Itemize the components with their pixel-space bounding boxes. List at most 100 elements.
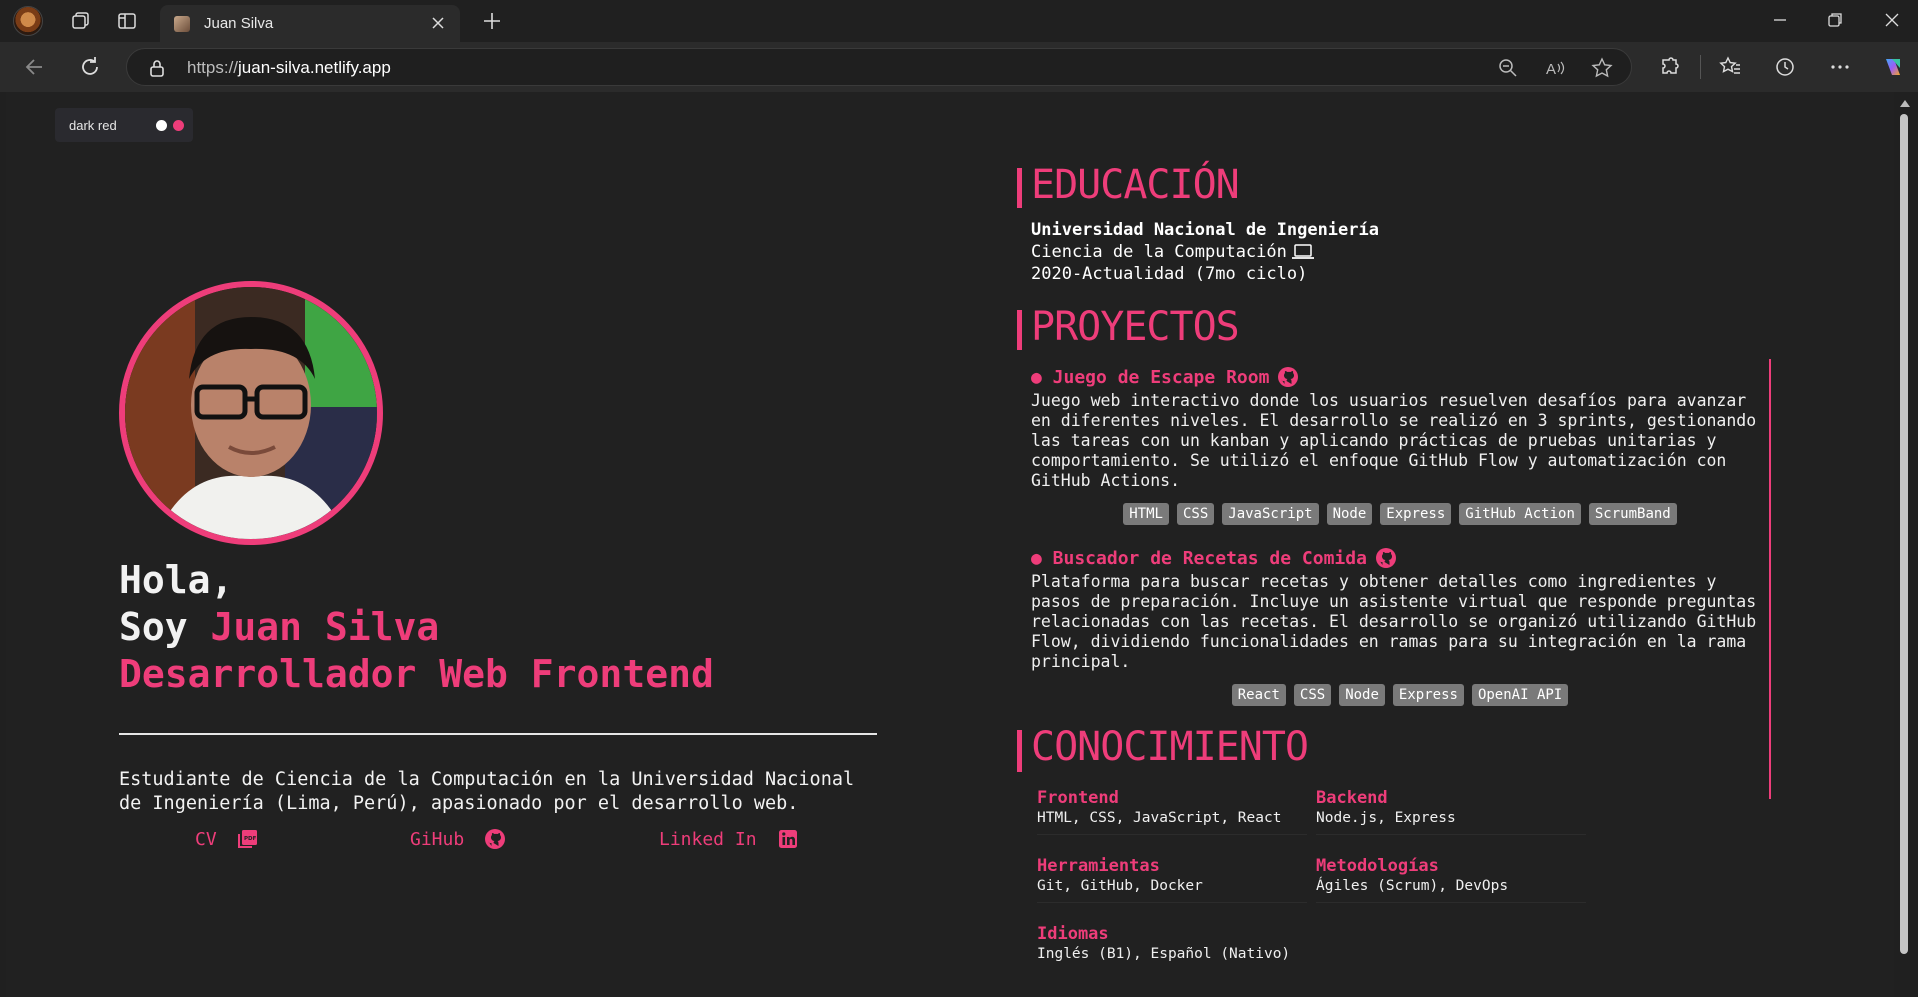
project-name[interactable]: ● Buscador de Recetas de Comida: [1031, 547, 1769, 569]
knowledge-heading: Frontend: [1037, 788, 1119, 808]
knowledge-item-idiomas: Idiomas Inglés (B1), Español (Nativo): [1037, 924, 1307, 962]
github-link-label: GiHub: [410, 828, 465, 850]
copilot-icon[interactable]: [1880, 54, 1906, 80]
favorite-star-icon[interactable]: [1590, 56, 1614, 80]
laptop-icon: [1291, 244, 1314, 259]
page-scrollbar[interactable]: [1896, 92, 1912, 997]
tag: Express: [1380, 503, 1452, 525]
knowledge-value: Inglés (B1), Español (Nativo): [1037, 946, 1291, 962]
portfolio-page: dark red Hola, Soy Juan Silva Desarrolla…: [6, 92, 1894, 997]
knowledge-divider: [1316, 902, 1586, 903]
tag: ScrumBand: [1588, 503, 1677, 525]
url-scheme: https://: [187, 58, 239, 77]
minimize-icon[interactable]: [1768, 8, 1792, 32]
profile-avatar-icon[interactable]: [13, 6, 43, 36]
workspaces-icon[interactable]: [69, 9, 93, 33]
linkedin-icon: [778, 830, 797, 848]
education-career: Ciencia de la Computación: [1031, 242, 1287, 262]
knowledge-item-frontend: Frontend HTML, CSS, JavaScript, React: [1037, 788, 1307, 835]
cv-link-label: CV: [195, 828, 217, 850]
github-icon: [485, 829, 506, 849]
tag: Express: [1392, 684, 1464, 706]
knowledge-item-herramientas: Herramientas Git, GitHub, Docker: [1037, 856, 1307, 903]
knowledge-heading: Idiomas: [1037, 924, 1109, 944]
vertical-tabs-icon[interactable]: [115, 9, 139, 33]
tab-favicon-icon: [174, 15, 190, 32]
tag: Node: [1339, 684, 1385, 706]
hero-intro-line: Soy Juan Silva: [119, 604, 714, 651]
restore-icon[interactable]: [1823, 8, 1847, 32]
close-window-icon[interactable]: [1880, 8, 1904, 32]
education-title: EDUCACIÓN: [1031, 162, 1240, 208]
education-period: 2020-Actualidad (7mo ciclo): [1031, 264, 1308, 284]
toolbar-divider: [1700, 55, 1701, 79]
knowledge-divider: [1037, 834, 1307, 835]
github-icon[interactable]: [1277, 366, 1299, 388]
close-tab-icon[interactable]: [430, 15, 446, 31]
tab-title: Juan Silva: [204, 15, 274, 32]
hero-heading: Hola, Soy Juan Silva Desarrollador Web F…: [119, 557, 714, 698]
svg-text:A: A: [1546, 61, 1556, 78]
knowledge-value: Git, GitHub, Docker: [1037, 878, 1203, 894]
project-description: Juego web interactivo donde los usuarios…: [1031, 391, 1757, 490]
tab-juan-silva[interactable]: Juan Silva: [160, 5, 460, 42]
lock-icon[interactable]: [145, 56, 169, 80]
theme-dot-light[interactable]: [156, 120, 167, 131]
profile-photo: [119, 281, 383, 545]
more-options-icon[interactable]: [1827, 54, 1853, 80]
project-card: ● Buscador de Recetas de Comida Platafor…: [1031, 547, 1769, 706]
project-description: Plataforma para buscar recetas y obtener…: [1031, 572, 1757, 671]
education-title-bar: [1017, 168, 1022, 208]
knowledge-item-backend: Backend Node.js, Express: [1316, 788, 1586, 835]
zoom-icon[interactable]: [1496, 56, 1520, 80]
knowledge-title: CONOCIMIENTO: [1031, 724, 1309, 770]
url-host: juan-silva.netlify.app: [238, 58, 391, 77]
address-bar[interactable]: https://juan-silva.netlify.app A: [126, 48, 1632, 86]
tag: GitHub Action: [1459, 503, 1581, 525]
hero-divider: [119, 733, 877, 735]
github-icon[interactable]: [1375, 547, 1397, 569]
cv-link[interactable]: CV PDF: [195, 828, 259, 850]
linkedin-link[interactable]: Linked In: [659, 828, 799, 850]
education-university: Universidad Nacional de Ingeniería: [1031, 220, 1379, 240]
svg-text:PDF: PDF: [244, 836, 257, 842]
knowledge-heading: Herramientas: [1037, 856, 1160, 876]
project-title: ● Juego de Escape Room: [1031, 366, 1270, 388]
theme-dot-red[interactable]: [173, 120, 184, 131]
tag: OpenAI API: [1471, 684, 1569, 706]
project-name[interactable]: ● Juego de Escape Room: [1031, 366, 1769, 388]
scroll-thumb[interactable]: [1900, 114, 1908, 954]
project-tags: HTML CSS JavaScript Node Express GitHub …: [1031, 503, 1769, 525]
knowledge-value: Node.js, Express: [1316, 810, 1456, 826]
back-icon[interactable]: [22, 54, 48, 80]
tag: CSS: [1293, 684, 1332, 706]
extensions-icon[interactable]: [1657, 54, 1683, 80]
theme-toggle[interactable]: dark red: [55, 108, 193, 142]
hero-name: Juan Silva: [210, 605, 440, 649]
scroll-up-arrow-icon[interactable]: [1900, 100, 1910, 107]
knowledge-heading: Backend: [1316, 788, 1388, 808]
pdf-icon: PDF: [237, 830, 257, 848]
tag: CSS: [1176, 503, 1215, 525]
read-aloud-icon[interactable]: A: [1543, 56, 1567, 80]
hero-about: Estudiante de Ciencia de la Computación …: [119, 769, 855, 814]
hero-soy: Soy: [119, 605, 211, 649]
knowledge-value: HTML, CSS, JavaScript, React: [1037, 810, 1282, 826]
url-text[interactable]: https://juan-silva.netlify.app: [187, 58, 391, 78]
knowledge-title-bar: [1017, 730, 1022, 772]
hero-role: Desarrollador Web Frontend: [119, 652, 714, 696]
github-link[interactable]: GiHub: [410, 828, 506, 850]
knowledge-heading: Metodologías: [1316, 856, 1439, 876]
knowledge-item-metodologias: Metodologías Ágiles (Scrum), DevOps: [1316, 856, 1586, 903]
education-details: Universidad Nacional de Ingeniería Cienc…: [1031, 219, 1379, 285]
tag: Node: [1326, 503, 1373, 525]
refresh-icon[interactable]: [77, 54, 103, 80]
favorites-icon[interactable]: [1717, 54, 1743, 80]
tag: React: [1231, 684, 1286, 706]
tag: JavaScript: [1222, 503, 1319, 525]
linkedin-link-label: Linked In: [659, 828, 757, 850]
new-tab-icon[interactable]: [480, 9, 504, 33]
projects-title-bar: [1017, 310, 1022, 350]
history-icon[interactable]: [1772, 54, 1798, 80]
project-card: ● Juego de Escape Room Juego web interac…: [1031, 366, 1769, 525]
